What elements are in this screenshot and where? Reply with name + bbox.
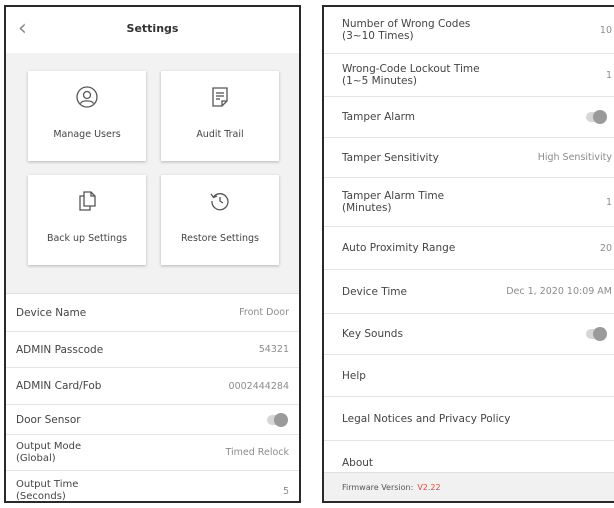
admin-card-value: 0002444284 [228,380,289,392]
admin-passcode-row[interactable]: ADMIN Passcode 54321 [6,332,299,368]
door-sensor-toggle[interactable] [267,412,288,427]
output-time-label-line1: Output Time [16,479,79,490]
back-up-settings-button[interactable]: Back up Settings [28,175,146,265]
settings-tile-grid: Manage Users Audit Trail Back up Setting… [6,53,299,294]
device-time-label: Device Time [342,285,407,298]
wrong-codes-label-line1: Number of Wrong Codes [342,18,471,30]
output-time-row[interactable]: Output Time (Seconds) 5 [6,471,299,502]
toggle-knob [593,327,607,341]
tamper-sensitivity-value: High Sensitivity [537,152,612,163]
device-name-value: Front Door [239,307,289,318]
settings-screen-right: Number of Wrong Codes (3~10 Times) 10 Wr… [322,5,614,503]
manage-users-label: Manage Users [53,129,121,140]
document-icon [161,85,279,111]
legal-notices-row[interactable]: Legal Notices and Privacy Policy [324,397,614,441]
lockout-time-value: 1 [605,69,612,81]
tamper-alarm-toggle[interactable] [586,110,607,124]
firmware-version-text: Firmware Version: V2.22 [342,483,441,492]
firmware-version: Firmware Version: V2.22 [324,472,614,501]
auto-proximity-value: 20 [599,242,612,254]
settings-header: ‹ Settings [6,7,299,54]
tamper-alarm-time-row[interactable]: Tamper Alarm Time (Minutes) 1 [324,178,614,227]
user-icon [28,85,146,111]
device-name-row[interactable]: Device Name Front Door [6,294,299,332]
settings-list-right: Number of Wrong Codes (3~10 Times) 10 Wr… [324,7,614,485]
manage-users-button[interactable]: Manage Users [28,71,146,161]
key-sounds-toggle[interactable] [586,327,607,341]
admin-card-label: ADMIN Card/Fob [16,380,102,392]
lockout-time-label-line2: (1~5 Minutes) [342,75,418,87]
restore-settings-label: Restore Settings [180,233,260,244]
firmware-version-value: V2.22 [417,483,441,492]
page-title: Settings [126,22,179,35]
output-mode-label-line2: (Global) [16,452,56,464]
copy-icon [28,189,146,215]
output-mode-row[interactable]: Output Mode (Global) Timed Relock [6,435,299,471]
lockout-time-row[interactable]: Wrong-Code Lockout Time (1~5 Minutes) 1 [324,54,614,97]
output-time-value: 5 [282,485,289,497]
output-mode-label: Output Mode (Global) [16,435,81,470]
audit-trail-button[interactable]: Audit Trail [161,71,279,161]
lockout-time-label: Wrong-Code Lockout Time (1~5 Minutes) [342,54,480,96]
tamper-sensitivity-row[interactable]: Tamper Sensitivity High Sensitivity [324,138,614,178]
tamper-sensitivity-label: Tamper Sensitivity [342,151,439,164]
output-time-label: Output Time (Seconds) [16,471,79,502]
device-time-value: Dec 1, 2020 10:09 AM [506,286,612,297]
key-sounds-label: Key Sounds [342,328,403,340]
admin-passcode-label: ADMIN Passcode [16,343,104,356]
history-icon [161,189,279,215]
device-name-label: Device Name [16,306,87,319]
tamper-alarm-label: Tamper Alarm [342,111,416,123]
key-sounds-row: Key Sounds [324,314,614,355]
auto-proximity-label: Auto Proximity Range [342,242,456,254]
auto-proximity-row[interactable]: Auto Proximity Range 20 [324,227,614,270]
back-up-settings-label: Back up Settings [46,233,128,244]
audit-trail-label: Audit Trail [196,129,244,140]
tamper-alarm-time-label: Tamper Alarm Time (Minutes) [342,178,444,226]
help-label: Help [342,369,366,382]
tamper-alarm-time-value: 1 [605,196,612,208]
tamper-alarm-time-label-line2: (Minutes) [342,202,392,214]
wrong-codes-label-line2: (3~10 Times) [342,30,414,42]
toggle-knob [593,110,607,124]
settings-screen-left: ‹ Settings Manage Users Audit Trail Back… [4,5,301,503]
output-mode-value: Timed Relock [225,447,290,458]
tamper-alarm-row: Tamper Alarm [324,97,614,138]
admin-card-row[interactable]: ADMIN Card/Fob 0002444284 [6,368,299,405]
door-sensor-label: Door Sensor [16,413,81,426]
output-time-label-line2: (Seconds) [16,491,66,502]
lockout-time-label-line1: Wrong-Code Lockout Time [342,63,480,75]
device-time-row[interactable]: Device Time Dec 1, 2020 10:09 AM [324,270,614,314]
output-mode-label-line1: Output Mode [16,440,82,452]
firmware-version-label: Firmware Version: [342,483,414,492]
wrong-codes-row[interactable]: Number of Wrong Codes (3~10 Times) 10 [324,7,614,54]
toggle-knob [274,412,288,427]
tamper-alarm-time-label-line1: Tamper Alarm Time [342,190,445,202]
legal-notices-label: Legal Notices and Privacy Policy [342,412,511,425]
restore-settings-button[interactable]: Restore Settings [161,175,279,265]
wrong-codes-value: 10 [599,24,612,36]
help-row[interactable]: Help [324,355,614,397]
door-sensor-row: Door Sensor [6,405,299,435]
wrong-codes-label: Number of Wrong Codes (3~10 Times) [342,7,470,53]
settings-list-left: Device Name Front Door ADMIN Passcode 54… [6,294,299,502]
admin-passcode-value: 54321 [258,344,289,355]
